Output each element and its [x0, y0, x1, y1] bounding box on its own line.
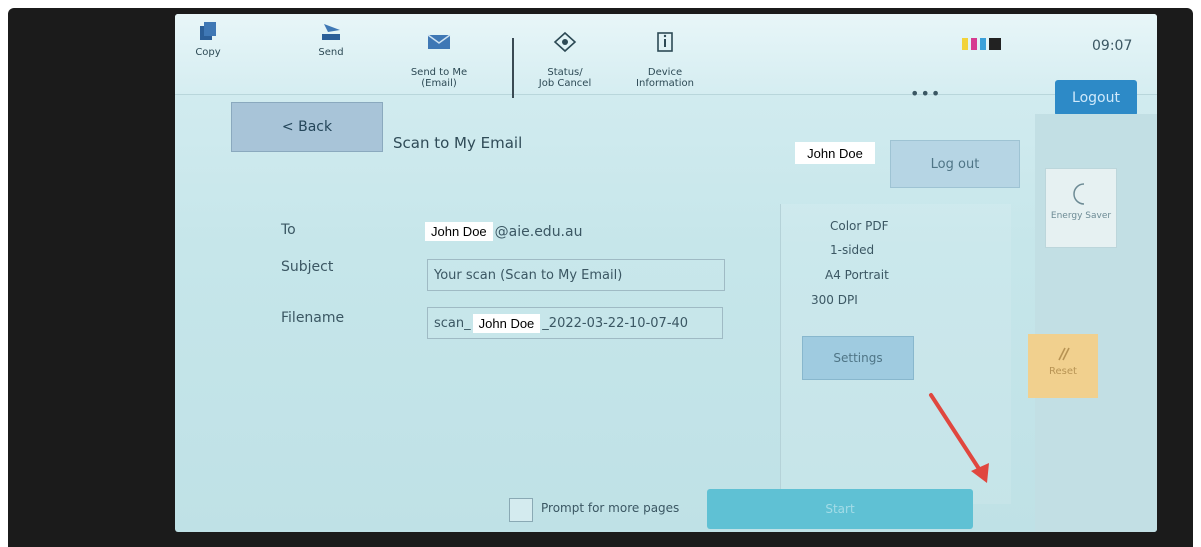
reset-label: Reset: [1049, 366, 1077, 377]
copy-icon: [200, 22, 216, 40]
subject-label: Subject: [281, 259, 334, 275]
log-out-button[interactable]: Log out: [890, 140, 1020, 188]
annotation-arrow-icon: [929, 393, 989, 483]
reset-icon: [1058, 347, 1070, 361]
send-label: Send: [318, 47, 344, 58]
toner-level-indicator: [962, 38, 1014, 50]
subject-input[interactable]: Your scan (Scan to My Email): [427, 259, 725, 291]
sides-setting: 1-sided: [830, 243, 875, 257]
filename-input[interactable]: scan_ John Doe _2022-03-22-10-07-40: [427, 307, 723, 339]
filename-label: Filename: [281, 310, 345, 326]
copy-label: Copy: [195, 47, 221, 58]
send-button[interactable]: Send: [295, 20, 367, 58]
moon-icon: [1073, 183, 1085, 205]
filename-suffix: _2022-03-22-10-07-40: [542, 315, 689, 331]
resolution-setting: 300 DPI: [811, 293, 858, 307]
send-to-me-button[interactable]: Send to Me (Email): [397, 20, 481, 89]
send-icon: [322, 24, 340, 40]
to-domain: @aie.edu.au: [494, 223, 583, 240]
filename-user-redaction: John Doe: [472, 313, 541, 333]
paper-setting: A4 Portrait: [825, 268, 889, 282]
energy-saver-label: Energy Saver: [1050, 211, 1112, 221]
email-icon: [427, 34, 451, 49]
page-title: Scan to My Email: [393, 134, 523, 152]
color-mode: Color PDF: [830, 219, 889, 233]
prompt-more-pages-label: Prompt for more pages: [541, 501, 680, 515]
status-job-cancel-label: Status/ Job Cancel: [538, 67, 592, 89]
to-field: John Doe @aie.edu.au: [425, 222, 582, 241]
subject-value: Your scan (Scan to My Email): [434, 267, 623, 283]
copy-button[interactable]: Copy: [183, 20, 233, 58]
prompt-more-pages-checkbox[interactable]: [509, 498, 533, 522]
eye-icon: [553, 31, 577, 53]
reset-button[interactable]: Reset: [1028, 334, 1098, 398]
user-name-badge: John Doe: [795, 142, 875, 164]
energy-saver-button[interactable]: Energy Saver: [1045, 168, 1117, 248]
back-button[interactable]: < Back: [231, 102, 383, 152]
status-job-cancel-button[interactable]: Status/ Job Cancel: [527, 20, 603, 89]
toolbar-divider: [512, 38, 514, 98]
filename-prefix: scan_: [434, 315, 471, 331]
device-information-button[interactable]: Device Information: [625, 20, 705, 89]
printer-screen: Copy Send Send to Me (Email) Status/ Job…: [175, 14, 1157, 532]
device-info-icon: [657, 32, 673, 52]
start-button[interactable]: Start: [707, 489, 973, 529]
to-label: To: [281, 222, 296, 238]
device-information-label: Device Information: [636, 67, 694, 89]
logout-top-button[interactable]: Logout: [1055, 80, 1137, 116]
send-to-me-label: Send to Me (Email): [410, 67, 468, 89]
clock: 09:07: [1092, 38, 1133, 54]
to-user-redaction: John Doe: [425, 222, 493, 241]
settings-button[interactable]: Settings: [802, 336, 914, 380]
more-options-button[interactable]: •••: [910, 84, 941, 103]
top-toolbar: Copy Send Send to Me (Email) Status/ Job…: [175, 14, 1157, 103]
